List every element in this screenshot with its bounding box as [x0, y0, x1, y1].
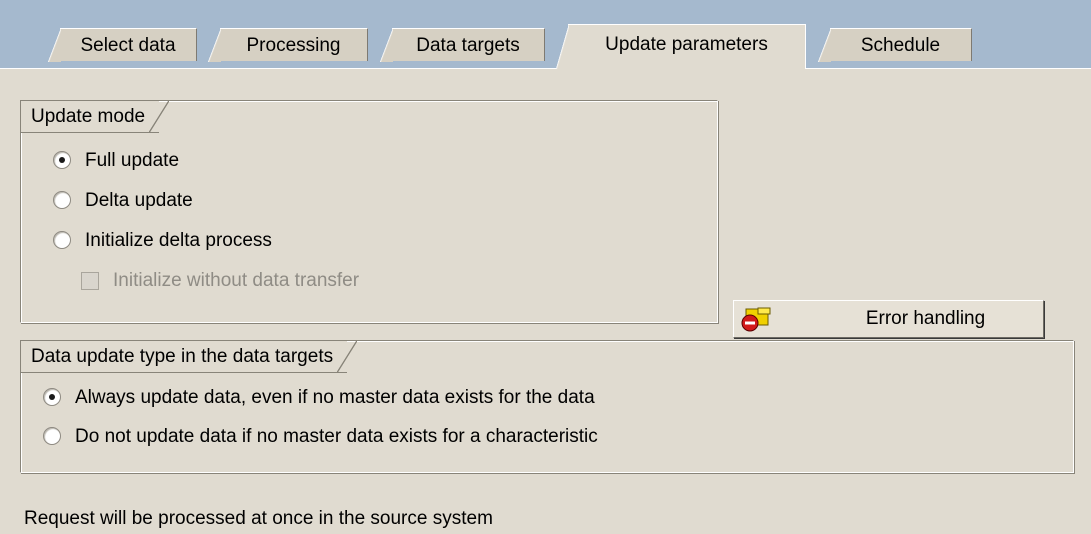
- error-handling-label: Error handling: [865, 308, 986, 329]
- data-update-type-group: Data update type in the data targets Alw…: [20, 340, 1074, 473]
- tab-schedule[interactable]: Schedule: [818, 28, 972, 62]
- tab-label: Select data: [80, 35, 176, 56]
- tabstrip: Select data Processing Data targets Upda…: [0, 0, 1091, 69]
- do-not-update-radio[interactable]: [43, 427, 61, 445]
- full-update-label: Full update: [85, 150, 180, 171]
- always-update-radio[interactable]: [43, 388, 61, 406]
- tab-data-targets[interactable]: Data targets: [380, 28, 545, 62]
- tab-label: Data targets: [416, 35, 520, 56]
- initialize-delta-label: Initialize delta process: [85, 230, 272, 251]
- initialize-without-transfer-label: Initialize without data transfer: [113, 270, 360, 291]
- delta-update-radio[interactable]: [53, 191, 71, 209]
- update-mode-group: Update mode Full update Delta update Ini…: [20, 100, 718, 323]
- full-update-radio[interactable]: [53, 151, 71, 169]
- do-not-update-label: Do not update data if no master data exi…: [75, 426, 598, 447]
- initialize-without-transfer-checkbox: [81, 272, 99, 290]
- update-mode-title: Update mode: [21, 101, 170, 133]
- tab-label: Schedule: [860, 35, 941, 56]
- always-update-label: Always update data, even if no master da…: [75, 387, 595, 408]
- tab-update-parameters[interactable]: Update parameters: [556, 24, 806, 69]
- status-message: Request will be processed at once in the…: [24, 508, 493, 529]
- tab-processing[interactable]: Processing: [208, 28, 368, 62]
- tab-label: Update parameters: [605, 34, 768, 55]
- delta-update-label: Delta update: [85, 190, 193, 211]
- data-update-type-title: Data update type in the data targets: [21, 341, 358, 373]
- error-handling-button[interactable]: Error handling: [733, 300, 1044, 338]
- initialize-delta-radio[interactable]: [53, 231, 71, 249]
- tab-select-data[interactable]: Select data: [48, 28, 197, 62]
- tab-label: Processing: [246, 35, 341, 56]
